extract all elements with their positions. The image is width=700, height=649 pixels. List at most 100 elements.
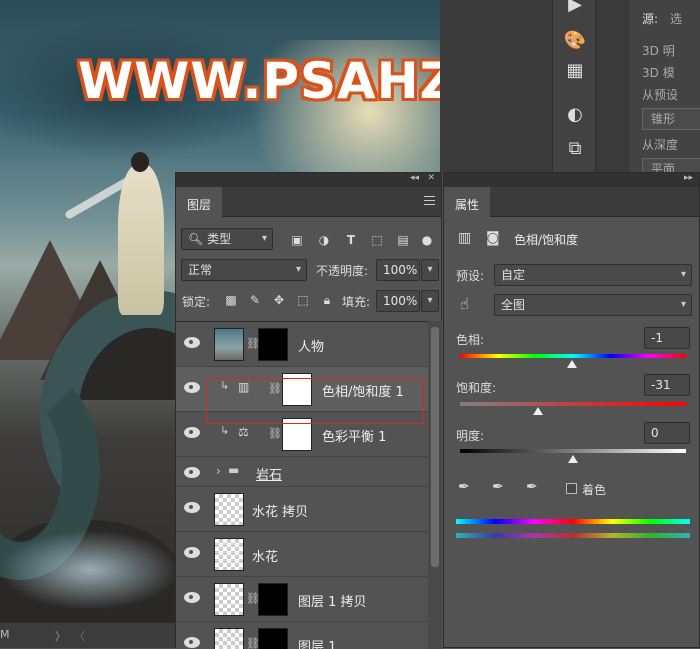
lock-artboard-icon[interactable]: ⬚	[296, 293, 310, 307]
layer-mask-thumbnail[interactable]	[282, 373, 312, 406]
lock-all-icon[interactable]: 🔒︎	[320, 293, 334, 307]
layer-filter-row: 🔍︎ 类型 ▾ ▣ ◑ T ⬚ ▤ ●	[176, 225, 441, 255]
chevron-down-icon: ▾	[261, 233, 267, 244]
visibility-eye-icon[interactable]	[184, 427, 200, 438]
target-adjust-hand-icon[interactable]: ☝	[460, 295, 469, 313]
mask-link-icon[interactable]: ⛓︎	[268, 382, 282, 395]
pixel-filter-icon[interactable]: ▣	[290, 233, 304, 247]
layer-name[interactable]: 水花 拷贝	[252, 501, 308, 520]
mask-link-icon[interactable]: ⛓︎	[268, 427, 282, 440]
hue-input[interactable]: -1	[644, 327, 690, 349]
lightness-label: 明度:	[456, 429, 485, 443]
tab-layers[interactable]: 图层	[176, 187, 223, 218]
cone-button[interactable]: 锥形	[642, 108, 700, 130]
close-icon[interactable]: ✕	[427, 173, 435, 183]
chevron-right-icon[interactable]: ›	[216, 464, 221, 478]
layer-mask-thumbnail[interactable]	[282, 418, 312, 451]
layer-row[interactable]: ↳ ⚖︎ ⛓︎ 色彩平衡 1	[176, 412, 428, 457]
lightness-input[interactable]: 0	[644, 422, 690, 444]
shape-filter-icon[interactable]: ⬚	[370, 233, 384, 247]
layers-scrollbar[interactable]	[428, 321, 442, 649]
colorize-checkbox[interactable]	[566, 483, 577, 494]
grid-icon[interactable]: ▦	[561, 56, 589, 84]
tab-properties[interactable]: 属性	[444, 187, 491, 218]
hue-saturation-icon: ▥	[238, 380, 250, 394]
blend-mode-select[interactable]: 正常 ▾	[181, 259, 307, 281]
lock-transparent-icon[interactable]: ▩	[224, 293, 238, 307]
fill-input[interactable]: 100%	[376, 290, 420, 312]
option-from-preset[interactable]: 从预设	[642, 86, 678, 103]
layer-row[interactable]: 水花 拷贝	[176, 487, 428, 532]
visibility-eye-icon[interactable]	[184, 467, 200, 478]
layer-row[interactable]: ⛓︎ 图层 1	[176, 622, 428, 649]
visibility-eye-icon[interactable]	[184, 637, 200, 648]
path-icon[interactable]: ⧉	[561, 134, 589, 162]
chevron-down-icon: ▾	[680, 269, 686, 280]
hue-slider-knob[interactable]	[567, 360, 578, 368]
channel-select[interactable]: 全图 ▾	[494, 294, 692, 316]
visibility-eye-icon[interactable]	[184, 592, 200, 603]
lock-move-icon[interactable]: ✥	[272, 293, 286, 307]
layer-mask-thumbnail[interactable]	[258, 628, 288, 649]
collapse-icon[interactable]: ◂◂	[410, 173, 419, 183]
option-3d-model[interactable]: 3D 模	[642, 64, 675, 81]
contrast-icon[interactable]: ◐	[561, 100, 589, 128]
layer-thumbnail	[214, 328, 244, 361]
layer-row[interactable]: 水花	[176, 532, 428, 577]
preset-select[interactable]: 自定 ▾	[494, 264, 692, 286]
panel-icon-strip: ▶ 🎨 ▦ ◐ ⧉	[552, 0, 596, 172]
status-prev-arrow[interactable]: 〈	[74, 628, 85, 644]
mask-icon[interactable]: ◙	[486, 230, 500, 246]
saturation-slider-track[interactable]	[460, 402, 686, 406]
filter-toggle-icon[interactable]: ●	[420, 233, 434, 247]
source-value[interactable]: 选	[670, 10, 682, 27]
filter-kind-select[interactable]: 🔍︎ 类型 ▾	[181, 228, 273, 250]
layer-name[interactable]: 人物	[298, 336, 324, 355]
lock-paint-icon[interactable]: ✎	[248, 293, 262, 307]
layer-thumbnail	[214, 493, 244, 526]
layer-row-selected[interactable]: ↳ ▥ ⛓︎ 色相/饱和度 1	[176, 367, 428, 412]
layer-row[interactable]: ⛓︎ 图层 1 拷贝	[176, 577, 428, 622]
properties-panel: ▸▸ 属性 ▥ ◙ 色相/饱和度 预设: 自定 ▾ ☝ 全图 ▾ 色相: -1 …	[443, 172, 700, 648]
play-icon[interactable]: ▶	[561, 0, 589, 18]
eyedropper-subtract-icon[interactable]: ✒︎	[526, 479, 538, 495]
status-next-arrow[interactable]: 〉	[55, 628, 66, 644]
smart-object-filter-icon[interactable]: ▤	[396, 233, 410, 247]
color-bar-after	[456, 533, 690, 538]
layer-mask-thumbnail[interactable]	[258, 583, 288, 616]
option-from-depth[interactable]: 从深度	[642, 136, 678, 153]
palette-icon[interactable]: 🎨	[561, 26, 589, 54]
layer-group-row[interactable]: › ▬ 岩石	[176, 457, 428, 487]
panel-menu-icon[interactable]	[424, 196, 435, 208]
scrollbar-thumb[interactable]	[431, 327, 439, 567]
lightness-slider-knob[interactable]	[568, 455, 578, 463]
opacity-dropdown[interactable]: ▾	[421, 259, 439, 281]
layer-name[interactable]: 图层 1 拷贝	[298, 591, 367, 610]
visibility-eye-icon[interactable]	[184, 547, 200, 558]
visibility-eye-icon[interactable]	[184, 382, 200, 393]
eyedropper-icon[interactable]: ✒︎	[458, 479, 470, 495]
visibility-eye-icon[interactable]	[184, 337, 200, 348]
lightness-slider-track[interactable]	[460, 449, 686, 453]
option-3d-light[interactable]: 3D 明	[642, 42, 675, 59]
hue-slider-track[interactable]	[460, 354, 686, 358]
saturation-slider-knob[interactable]	[532, 407, 543, 415]
colorize-label: 着色	[582, 483, 607, 497]
layer-name[interactable]: 色相/饱和度 1	[322, 381, 404, 400]
layer-name[interactable]: 岩石	[256, 464, 282, 483]
saturation-input[interactable]: -31	[644, 374, 690, 396]
collapse-icon[interactable]: ▸▸	[684, 173, 693, 183]
layer-name[interactable]: 水花	[252, 546, 278, 565]
adjustment-filter-icon[interactable]: ◑	[317, 233, 331, 247]
fill-dropdown[interactable]: ▾	[421, 290, 439, 312]
layer-mask-thumbnail[interactable]	[258, 328, 288, 361]
type-filter-icon[interactable]: T	[344, 233, 358, 247]
layer-row[interactable]: ⛓︎ 人物	[176, 322, 428, 367]
layer-name[interactable]: 色彩平衡 1	[322, 426, 386, 445]
visibility-eye-icon[interactable]	[184, 502, 200, 513]
eyedropper-add-icon[interactable]: ✒︎	[492, 479, 504, 495]
layer-name[interactable]: 图层 1	[298, 636, 336, 649]
canvas-figure-head	[131, 152, 149, 172]
opacity-input[interactable]: 100%	[376, 259, 420, 281]
saturation-label: 饱和度:	[456, 381, 497, 395]
